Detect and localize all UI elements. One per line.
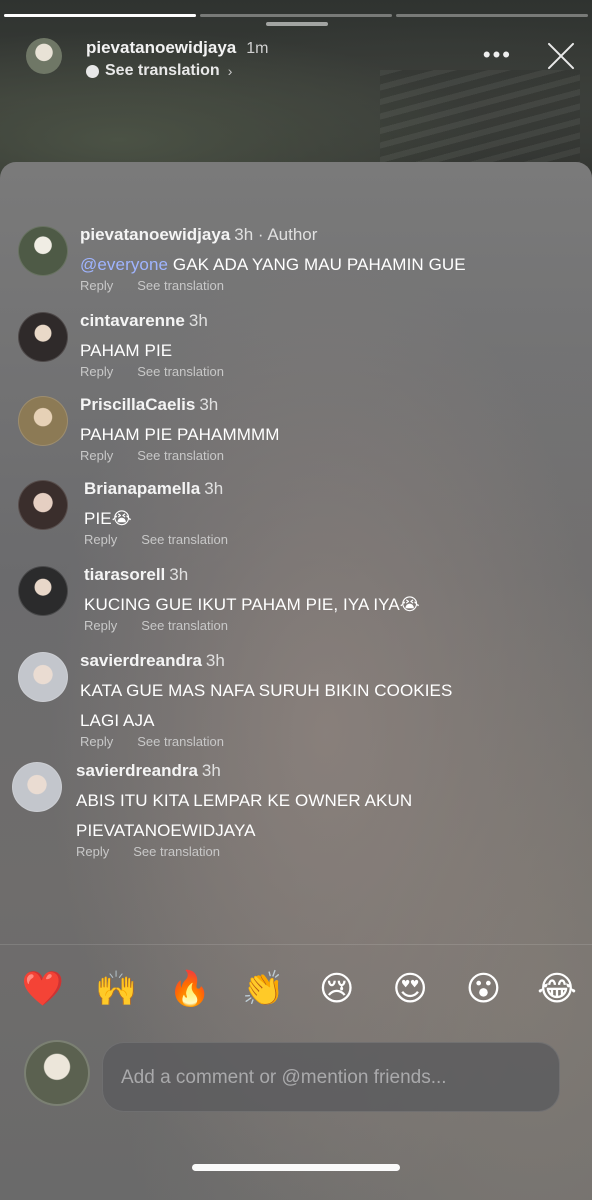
home-indicator[interactable] (192, 1164, 400, 1171)
commenter-name[interactable]: pievatanoewidjaya (80, 225, 230, 244)
commenter-name[interactable]: Brianapamella (84, 479, 200, 498)
close-icon[interactable] (546, 40, 576, 70)
comment-text: KUCING GUE IKUT PAHAM PIE, IYA IYA😭 (84, 595, 420, 614)
comment-meta: 3h (201, 761, 221, 780)
quick-reactions-bar: ❤️ 🙌 🔥 👏 😢 😍 😮 😂 (20, 966, 580, 1012)
comment-text-line: KATA GUE MAS NAFA SURUH BIKIN COOKIES (80, 681, 453, 700)
reply-button[interactable]: Reply (80, 278, 113, 293)
see-translation-button[interactable]: See translation (141, 618, 228, 633)
story-author-name[interactable]: pievatanoewidjaya (86, 38, 236, 57)
comment-text-line: LAGI AJA (80, 711, 155, 730)
comment-composer: Add a comment or @mention friends... (24, 1040, 564, 1114)
story-author[interactable]: pievatanoewidjaya 1m (86, 38, 268, 58)
comment-text: @everyone GAK ADA YANG MAU PAHAMIN GUE (80, 250, 582, 280)
sheet-handle[interactable] (266, 22, 328, 26)
comment-meta: 3h (188, 311, 208, 330)
reaction-crying[interactable]: 😢 (314, 966, 360, 1012)
reaction-raising-hands[interactable]: 🙌 (93, 966, 139, 1012)
reply-button[interactable]: Reply (80, 448, 113, 463)
chevron-right-icon: › (227, 63, 233, 79)
commenter-name[interactable]: savierdreandra (76, 761, 198, 780)
story-author-avatar[interactable] (26, 38, 62, 74)
reply-button[interactable]: Reply (76, 844, 109, 859)
see-translation-label: See translation (105, 62, 220, 79)
comment-text-body: GAK ADA YANG MAU PAHAMIN GUE (168, 255, 466, 274)
see-translation-button[interactable]: See translation (137, 734, 224, 749)
commenter-avatar[interactable] (18, 652, 68, 702)
mention-link[interactable]: @everyone (80, 255, 168, 274)
my-avatar (24, 1040, 90, 1106)
reaction-heart[interactable]: ❤️ (20, 966, 66, 1012)
comment-meta: 3h (204, 479, 224, 498)
commenter-name[interactable]: cintavarenne (80, 311, 185, 330)
comment-input[interactable]: Add a comment or @mention friends... (102, 1042, 560, 1112)
progress-fill-1 (4, 14, 196, 17)
commenter-avatar[interactable] (18, 396, 68, 446)
reply-button[interactable]: Reply (84, 532, 117, 547)
reaction-surprised[interactable]: 😮 (461, 966, 507, 1012)
reply-button[interactable]: Reply (84, 618, 117, 633)
comment-text: PIE😭 (84, 509, 132, 528)
commenter-name[interactable]: tiarasorell (84, 565, 165, 584)
story-see-translation[interactable]: See translation › (86, 62, 232, 80)
commenter-name[interactable]: PriscillaCaelis (80, 395, 195, 414)
comment-meta: 3h (205, 651, 225, 670)
see-translation-button[interactable]: See translation (133, 844, 220, 859)
commenter-avatar[interactable] (18, 480, 68, 530)
reply-button[interactable]: Reply (80, 364, 113, 379)
comment-text: PAHAM PIE PAHAMMMM (80, 425, 280, 444)
progress-segment-2 (200, 14, 392, 17)
comment-meta: 3h (199, 395, 219, 414)
commenter-avatar[interactable] (18, 566, 68, 616)
reaction-fire[interactable]: 🔥 (167, 966, 213, 1012)
progress-segment-1 (4, 14, 196, 17)
commenter-avatar[interactable] (18, 312, 68, 362)
more-options-icon[interactable]: ••• (483, 42, 512, 68)
commenter-avatar[interactable] (18, 226, 68, 276)
story-progress (0, 14, 592, 18)
story-header: pievatanoewidjaya 1m See translation › ••… (26, 34, 576, 88)
progress-segment-3 (396, 14, 588, 17)
reply-button[interactable]: Reply (80, 734, 113, 749)
comment-text: ABIS ITU KITA LEMPAR KE OWNER AKUN PIEVAT… (76, 786, 582, 846)
commenter-name[interactable]: savierdreandra (80, 651, 202, 670)
see-translation-button[interactable]: See translation (141, 532, 228, 547)
translate-globe-icon (86, 64, 99, 78)
comment-meta: 3h (169, 565, 189, 584)
reaction-laughing[interactable]: 😂 (534, 966, 580, 1012)
see-translation-button[interactable]: See translation (137, 448, 224, 463)
comment-meta: 3h · Author (234, 225, 318, 244)
commenter-avatar[interactable] (12, 762, 62, 812)
story-time: 1m (246, 40, 269, 57)
reaction-clapping[interactable]: 👏 (240, 966, 286, 1012)
comment-text: KATA GUE MAS NAFA SURUH BIKIN COOKIES LAG… (80, 676, 582, 736)
reaction-heart-eyes[interactable]: 😍 (387, 966, 433, 1012)
see-translation-button[interactable]: See translation (137, 364, 224, 379)
comment-text-line: ABIS ITU KITA LEMPAR KE OWNER AKUN (76, 791, 413, 810)
comment-text: PAHAM PIE (80, 341, 173, 360)
see-translation-button[interactable]: See translation (137, 278, 224, 293)
divider (0, 944, 592, 945)
comment-text-line: PIEVATANOEWIDJAYA (76, 821, 256, 840)
